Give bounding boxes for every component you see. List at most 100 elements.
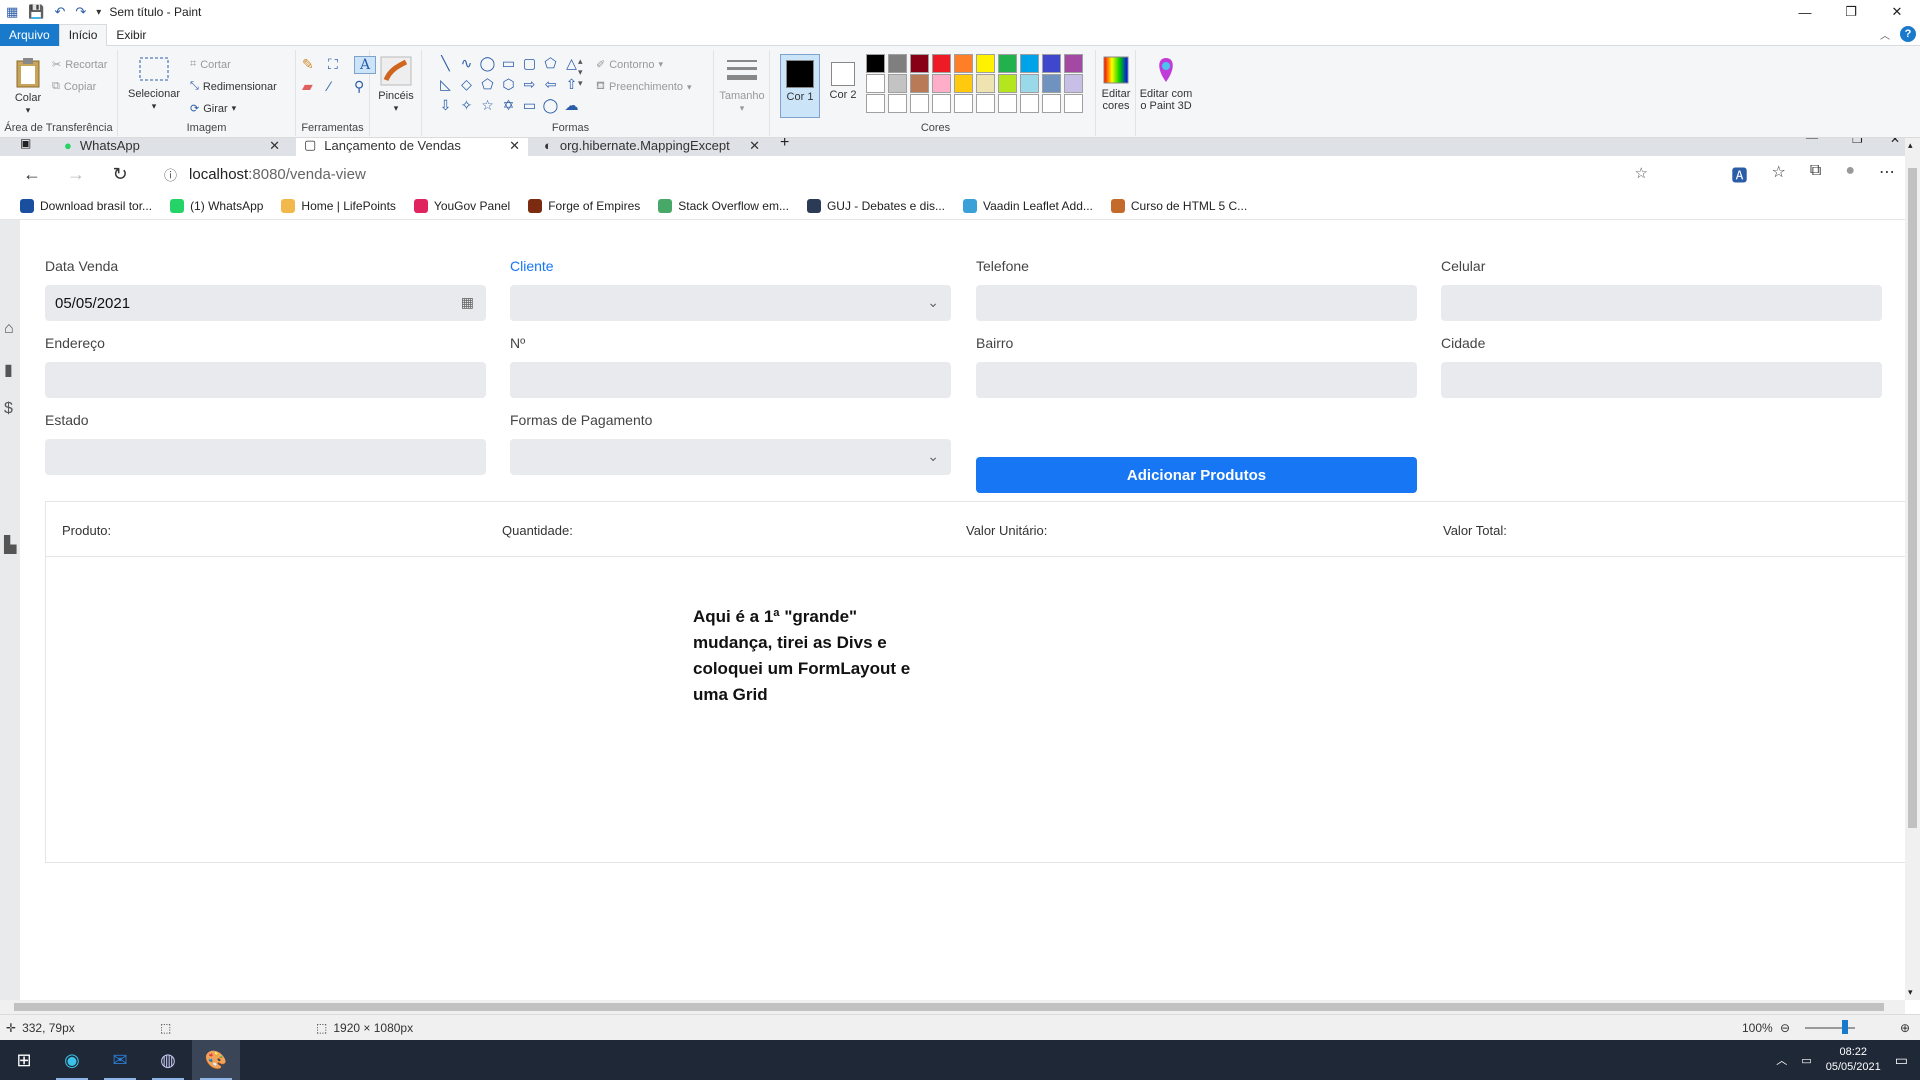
tab-arquivo[interactable]: Arquivo xyxy=(0,23,59,46)
palette-swatch[interactable] xyxy=(932,74,951,93)
down-arrow-shape-icon[interactable]: ⇩ xyxy=(436,96,455,115)
data-venda-input[interactable]: 05/05/2021 ▦ xyxy=(45,285,486,321)
start-windows-icon[interactable]: ⊞ xyxy=(0,1040,48,1080)
browser-tab-whatsapp[interactable]: ● WhatsApp ✕ xyxy=(56,138,288,156)
palette-swatch[interactable] xyxy=(976,54,995,73)
crop-button[interactable]: ⌗ Cortar xyxy=(190,58,231,71)
color-palette[interactable] xyxy=(866,54,1085,113)
palette-swatch[interactable] xyxy=(888,54,907,73)
callout-cloud-icon[interactable]: ☁ xyxy=(562,96,581,115)
browser-restore-icon[interactable]: ❐ xyxy=(1852,138,1863,146)
undo-icon[interactable]: ↶ xyxy=(54,4,65,20)
curve-shape-icon[interactable]: ∿ xyxy=(457,54,476,73)
chart-icon[interactable]: ▙ xyxy=(4,535,16,555)
grid-header-quantidade[interactable]: Quantidade: xyxy=(502,523,573,538)
callout-rect-icon[interactable]: ▭ xyxy=(520,96,539,115)
rectangle-shape-icon[interactable]: ▭ xyxy=(499,54,518,73)
palette-swatch[interactable] xyxy=(998,94,1017,113)
palette-swatch[interactable] xyxy=(866,94,885,113)
rotate-button[interactable]: ⟳ Girar ▾ xyxy=(190,102,236,116)
add-favorite-icon[interactable]: ☆ xyxy=(1635,164,1648,182)
folder-icon[interactable]: ▮ xyxy=(4,360,13,380)
brushes-button[interactable]: Pincéis ▾ xyxy=(374,56,418,114)
vertical-scroll-thumb[interactable] xyxy=(1908,168,1917,828)
tab-actions-icon[interactable]: ▣ xyxy=(20,138,31,150)
browser-close-icon[interactable]: ✕ xyxy=(1890,138,1900,146)
shapes-gallery[interactable]: ╲ ∿ ◯ ▭ ▢ ⬠ △ ◺ ◇ ⬠ ⬡ ⇨ ⇦ ⇧ ⇩ ✧ ☆ ✡ ▭ ◯ … xyxy=(436,54,581,115)
tray-chevron-up-icon[interactable]: ︿ xyxy=(1776,1052,1787,1068)
grid-header-valor-total[interactable]: Valor Total: xyxy=(1443,523,1507,538)
palette-swatch[interactable] xyxy=(910,94,929,113)
taskbar-eclipse-icon[interactable]: ◍ xyxy=(144,1040,192,1080)
cidade-input[interactable] xyxy=(1441,362,1882,398)
help-icon[interactable]: ? xyxy=(1900,26,1916,42)
palette-swatch[interactable] xyxy=(1020,54,1039,73)
palette-swatch[interactable] xyxy=(954,94,973,113)
palette-swatch[interactable] xyxy=(954,54,973,73)
adicionar-produtos-button[interactable]: Adicionar Produtos xyxy=(976,457,1417,493)
tab-inicio[interactable]: Início xyxy=(58,23,108,47)
telefone-input[interactable] xyxy=(976,285,1417,321)
palette-swatch[interactable] xyxy=(910,74,929,93)
forward-icon[interactable]: → xyxy=(54,164,98,185)
bookmark-item[interactable]: Curso de HTML 5 C... xyxy=(1110,198,1247,213)
save-icon[interactable]: 💾 xyxy=(28,4,44,20)
edit-colors-button[interactable]: Editar cores xyxy=(1096,56,1136,112)
select-button[interactable]: Selecionar ▾ xyxy=(126,56,182,112)
pentagon-shape-icon[interactable]: ⬠ xyxy=(478,75,497,94)
bookmark-item[interactable]: YouGov Panel xyxy=(413,198,510,213)
info-icon[interactable]: ⓘ xyxy=(164,165,177,184)
palette-swatch[interactable] xyxy=(1020,74,1039,93)
diamond-shape-icon[interactable]: ◇ xyxy=(457,75,476,94)
home-icon[interactable]: ⌂ xyxy=(4,320,14,338)
four-point-star-icon[interactable]: ✧ xyxy=(457,96,476,115)
browser-minimize-icon[interactable]: — xyxy=(1806,138,1818,144)
chevron-down-icon[interactable]: ⌄ xyxy=(927,294,939,311)
taskbar-paint-icon[interactable]: 🎨 xyxy=(192,1040,240,1080)
canvas-vertical-scrollbar[interactable]: ▴ ▾ xyxy=(1905,138,1920,1000)
close-tab-icon[interactable]: ✕ xyxy=(749,138,760,154)
reload-icon[interactable]: ↻ xyxy=(98,164,142,185)
palette-swatch[interactable] xyxy=(998,54,1017,73)
taskbar-outlook-icon[interactable]: ✉ xyxy=(96,1040,144,1080)
taskbar-edge-icon[interactable]: ◉ xyxy=(48,1040,96,1080)
scroll-down-icon[interactable]: ▾ xyxy=(1908,987,1913,998)
color2-button[interactable]: Cor 2 xyxy=(824,54,862,118)
palette-swatch[interactable] xyxy=(998,74,1017,93)
zoom-slider-thumb[interactable] xyxy=(1842,1020,1848,1034)
translate-icon[interactable]: 🅰 xyxy=(1732,162,1748,186)
maximize-button[interactable]: ❐ xyxy=(1828,0,1874,24)
bookmark-item[interactable]: Home | LifePoints xyxy=(281,198,396,213)
line-shape-icon[interactable]: ╲ xyxy=(436,54,455,73)
bookmark-item[interactable]: (1) WhatsApp xyxy=(170,198,263,213)
back-icon[interactable]: ← xyxy=(10,164,54,185)
right-triangle-shape-icon[interactable]: ◺ xyxy=(436,75,455,94)
palette-swatch[interactable] xyxy=(1064,54,1083,73)
taskbar-clock[interactable]: 08:22 05/05/2021 xyxy=(1826,1045,1881,1075)
paste-button[interactable]: Colar ▾ xyxy=(8,56,48,116)
scroll-up-icon[interactable]: ▴ xyxy=(1908,140,1913,151)
calendar-icon[interactable]: ▦ xyxy=(461,294,474,311)
estado-input[interactable] xyxy=(45,439,486,475)
size-button[interactable]: Tamanho ▾ xyxy=(718,56,766,114)
palette-swatch[interactable] xyxy=(1042,94,1061,113)
palette-swatch[interactable] xyxy=(976,74,995,93)
fill-bucket-icon[interactable]: ⛶ xyxy=(328,56,350,74)
bookmark-item[interactable]: Stack Overflow em... xyxy=(658,198,789,213)
celular-input[interactable] xyxy=(1441,285,1882,321)
polygon-shape-icon[interactable]: ⬠ xyxy=(541,54,560,73)
canvas-horizontal-scrollbar[interactable] xyxy=(0,1000,1905,1014)
hexagon-shape-icon[interactable]: ⬡ xyxy=(499,75,518,94)
callout-oval-icon[interactable]: ◯ xyxy=(541,96,560,115)
palette-swatch[interactable] xyxy=(866,54,885,73)
url-field[interactable]: ⓘ localhost:8080/venda-view ☆ xyxy=(150,159,1660,189)
numero-input[interactable] xyxy=(510,362,951,398)
money-icon[interactable]: $ xyxy=(4,400,13,418)
zoom-in-icon[interactable]: ⊕ xyxy=(1900,1021,1910,1035)
more-options-icon[interactable]: ⋯ xyxy=(1879,162,1895,186)
fill-button[interactable]: ⛾ Preenchimento ▾ xyxy=(596,80,692,94)
palette-swatch[interactable] xyxy=(1042,54,1061,73)
color-picker-icon[interactable]: ⁄ xyxy=(328,78,350,95)
bookmark-item[interactable]: GUJ - Debates e dis... xyxy=(806,198,945,213)
notifications-icon[interactable]: ▭ xyxy=(1895,1052,1908,1069)
